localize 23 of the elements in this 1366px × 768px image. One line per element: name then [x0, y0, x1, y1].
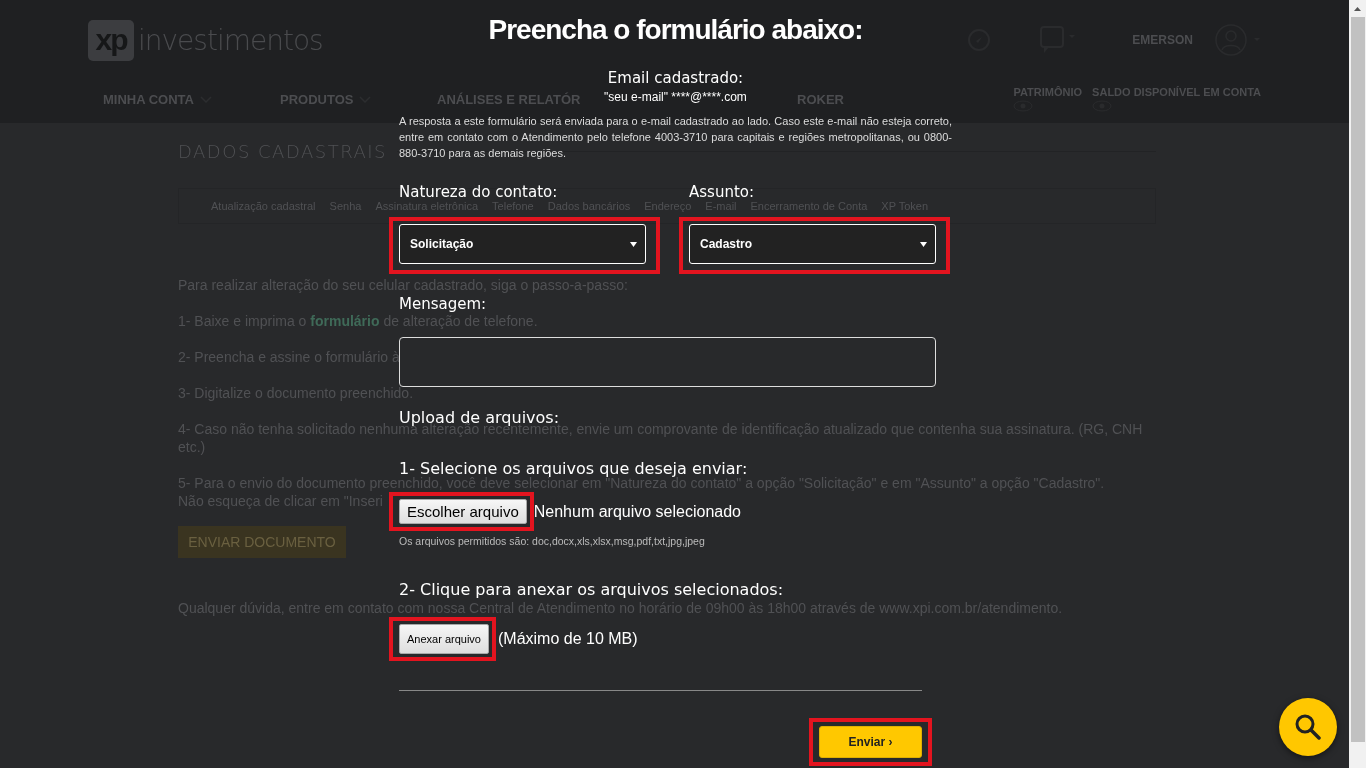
size-limit: (Máximo de 10 MB) — [498, 630, 638, 648]
allowed-types-text: Os arquivos permitidos são: doc,docx,xls,xlsx,msg,pdf,txt,jpg,jpeg — [399, 535, 706, 547]
field-label: Assunto: — [689, 183, 756, 201]
step-label: 1- Selecione os arquivos que deseja enviar: — [399, 459, 749, 478]
scroll-up-icon[interactable] — [1354, 6, 1361, 11]
field-label: Natureza do contato: — [399, 183, 559, 201]
attach-file-button[interactable]: Anexar arquivo — [399, 624, 489, 654]
submit-button[interactable]: Enviar › — [819, 726, 922, 758]
message-field[interactable] — [399, 337, 936, 387]
caret-icon — [630, 241, 637, 247]
email-label: Email cadastrado: — [607, 69, 744, 87]
search-icon — [1295, 714, 1321, 740]
dropdown[interactable]: Solicitação — [399, 224, 646, 264]
notice-text: A resposta a este formulário será enviada para o e-mail cadastrado ao lado. Caso este e-mail não esteja correto, entre em contato com o Atendimento pelo telefone 4003-3710 para capitais e regiões metropolitanas, ou 0800-880-3710 para as demais regiões. — [399, 114, 952, 161]
file-status: Nenhum arquivo selecionado — [533, 502, 741, 521]
step-label: 2- Clique para anexar os arquivos selecionados: — [399, 580, 785, 599]
choose-file-button[interactable]: Escolher arquivo — [399, 499, 527, 524]
caret-icon — [920, 241, 927, 247]
form-title: Preencha o formulário abaixo: — [488, 14, 863, 46]
scrollbar[interactable] — [1349, 0, 1366, 768]
dropdown[interactable]: Cadastro — [689, 224, 936, 264]
field-label: Mensagem: — [399, 295, 488, 313]
email-value: "seu e-mail" ****@****.com — [604, 90, 747, 104]
